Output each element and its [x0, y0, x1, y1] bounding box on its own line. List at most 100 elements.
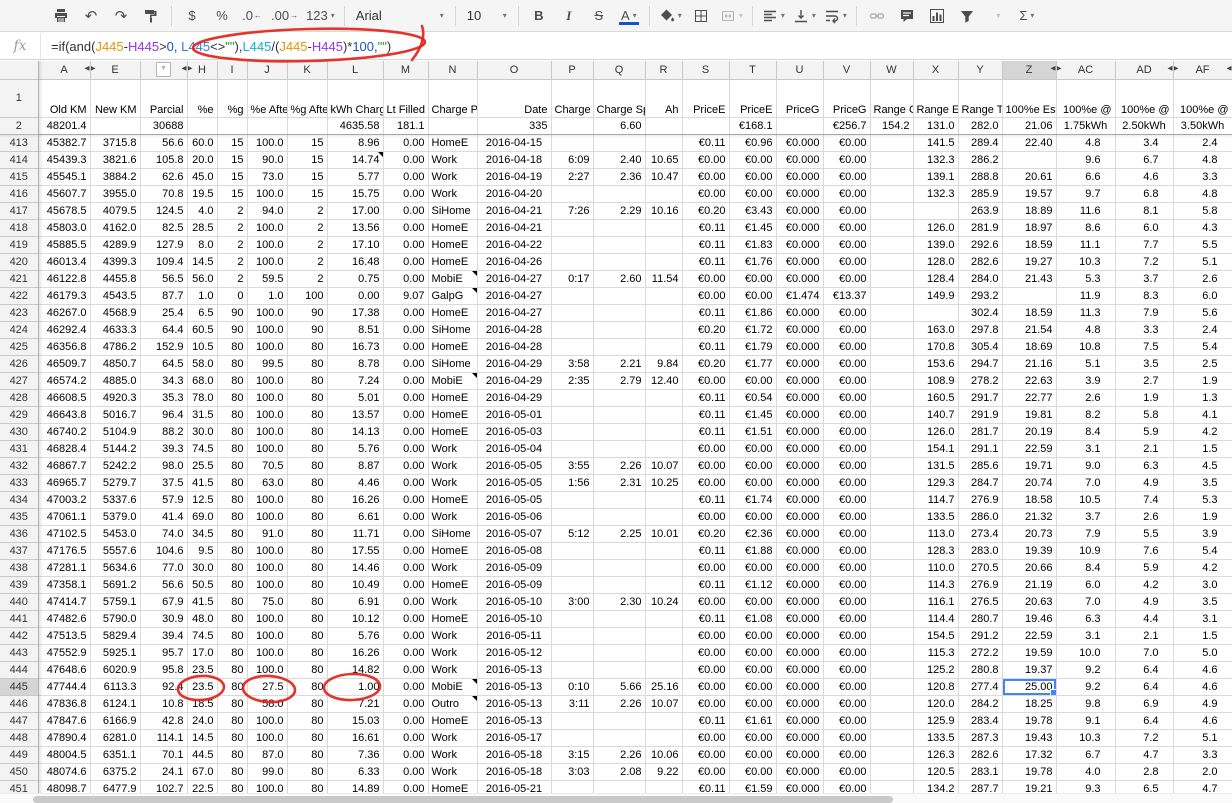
cell[interactable]: 2016-04-22	[477, 236, 551, 253]
cell[interactable]: 30.0	[187, 559, 217, 576]
cell[interactable]: 80	[287, 644, 327, 661]
cell[interactable]: 0.00	[383, 491, 428, 508]
cell[interactable]: €0.000	[776, 202, 823, 219]
print-icon[interactable]	[46, 4, 76, 28]
cell[interactable]: €0.11	[682, 304, 729, 321]
cell[interactable]: 2	[287, 202, 327, 219]
cell[interactable]: 70.5	[247, 457, 287, 474]
cell[interactable]: 2016-04-29	[477, 355, 551, 372]
cell[interactable]: 91.0	[247, 525, 287, 542]
cell[interactable]: 10.5	[187, 338, 217, 355]
cell[interactable]: €0.00	[823, 712, 870, 729]
cell[interactable]: €0.000	[776, 712, 823, 729]
cell[interactable]: 1.9	[1173, 372, 1232, 389]
cell[interactable]: 132.3	[913, 151, 958, 168]
cell[interactable]: €0.000	[776, 134, 823, 151]
cell[interactable]: 17.38	[327, 304, 383, 321]
cell[interactable]: 2016-05-09	[477, 576, 551, 593]
header-cell[interactable]: 100%e @	[1056, 79, 1115, 117]
cell[interactable]: 45678.5	[38, 202, 90, 219]
cell[interactable]: 100.0	[247, 406, 287, 423]
cell[interactable]: €0.000	[776, 304, 823, 321]
cell[interactable]: €0.00	[729, 440, 776, 457]
cell[interactable]: 47836.8	[38, 695, 90, 712]
cell[interactable]	[593, 712, 645, 729]
cell[interactable]: €0.00	[682, 695, 729, 712]
cell[interactable]: 285.9	[958, 185, 1002, 202]
cell[interactable]: 0.00	[383, 525, 428, 542]
cell[interactable]: 80	[217, 508, 247, 525]
cell[interactable]	[870, 304, 913, 321]
summary-cell[interactable]	[682, 117, 729, 134]
cell[interactable]: 80	[287, 508, 327, 525]
cell[interactable]: 18.89	[1002, 202, 1056, 219]
cell[interactable]: 10.0	[1056, 644, 1115, 661]
cell[interactable]: 41.5	[187, 474, 217, 491]
cell[interactable]: 2016-05-18	[477, 763, 551, 780]
cell[interactable]: 5759.1	[90, 593, 140, 610]
row-header-424[interactable]: 424	[0, 321, 38, 338]
cell[interactable]: 95.7	[140, 644, 187, 661]
cell[interactable]: 3.7	[1115, 270, 1173, 287]
cell[interactable]: 80	[287, 474, 327, 491]
cell[interactable]: 1.0	[187, 287, 217, 304]
cell[interactable]: 283.4	[958, 712, 1002, 729]
cell[interactable]: 74.5	[187, 440, 217, 457]
cell[interactable]	[1002, 287, 1056, 304]
row-header-446[interactable]: 446	[0, 695, 38, 712]
cell[interactable]: 1.9	[1115, 389, 1173, 406]
cell[interactable]: 87.7	[140, 287, 187, 304]
cell[interactable]: 2.29	[593, 202, 645, 219]
undo-icon[interactable]: ↶	[76, 4, 106, 28]
cell[interactable]: 128.3	[913, 542, 958, 559]
cell[interactable]: 0.00	[383, 270, 428, 287]
cell[interactable]: 3821.6	[90, 151, 140, 168]
cell[interactable]: 47414.7	[38, 593, 90, 610]
summary-cell[interactable]: 335	[477, 117, 551, 134]
cell[interactable]: HomeE	[428, 304, 477, 321]
cell[interactable]: 9.6	[1056, 151, 1115, 168]
cell[interactable]: €0.000	[776, 338, 823, 355]
cell[interactable]: 110.0	[913, 559, 958, 576]
cell[interactable]: 100.0	[247, 661, 287, 678]
cell[interactable]	[913, 304, 958, 321]
cell[interactable]: 100.0	[247, 338, 287, 355]
cell[interactable]: 287.3	[958, 729, 1002, 746]
cell[interactable]: 6.4	[1115, 712, 1173, 729]
cell[interactable]: 2016-05-09	[477, 559, 551, 576]
header-cell[interactable]: %g	[217, 79, 247, 117]
cell[interactable]: 80	[287, 372, 327, 389]
col-header-N[interactable]: N	[428, 61, 477, 79]
row-header-427[interactable]: 427	[0, 372, 38, 389]
cell[interactable]: €0.00	[729, 627, 776, 644]
row-header-434[interactable]: 434	[0, 491, 38, 508]
cell[interactable]	[645, 627, 682, 644]
cell[interactable]	[645, 576, 682, 593]
cell[interactable]: 16.61	[327, 729, 383, 746]
col-header-R[interactable]: R	[645, 61, 682, 79]
cell[interactable]	[645, 508, 682, 525]
cell[interactable]: Work	[428, 729, 477, 746]
cell[interactable]: €0.00	[823, 338, 870, 355]
cell[interactable]: €3.43	[729, 202, 776, 219]
cell[interactable]: €0.00	[823, 253, 870, 270]
cell[interactable]: 34.3	[140, 372, 187, 389]
cell[interactable]: 16.73	[327, 338, 383, 355]
cell[interactable]: 2016-04-15	[477, 134, 551, 151]
cell[interactable]	[645, 610, 682, 627]
col-header-X[interactable]: X	[913, 61, 958, 79]
cell[interactable]: 0.00	[383, 219, 428, 236]
cell[interactable]: 2016-05-04	[477, 440, 551, 457]
horizontal-scrollbar-thumb[interactable]	[33, 796, 893, 803]
cell[interactable]: 2.4	[1173, 134, 1232, 151]
cell[interactable]: 80	[287, 610, 327, 627]
cell[interactable]: 2016-05-10	[477, 610, 551, 627]
cell[interactable]	[593, 644, 645, 661]
merge-cells-icon[interactable]: ▾	[716, 4, 747, 28]
horizontal-align-icon[interactable]: ▾	[758, 4, 789, 28]
cell[interactable]: 1.0	[247, 287, 287, 304]
cell[interactable]: 8.3	[1115, 287, 1173, 304]
cell[interactable]	[593, 491, 645, 508]
cell[interactable]: 280.7	[958, 610, 1002, 627]
cell[interactable]: €0.000	[776, 593, 823, 610]
